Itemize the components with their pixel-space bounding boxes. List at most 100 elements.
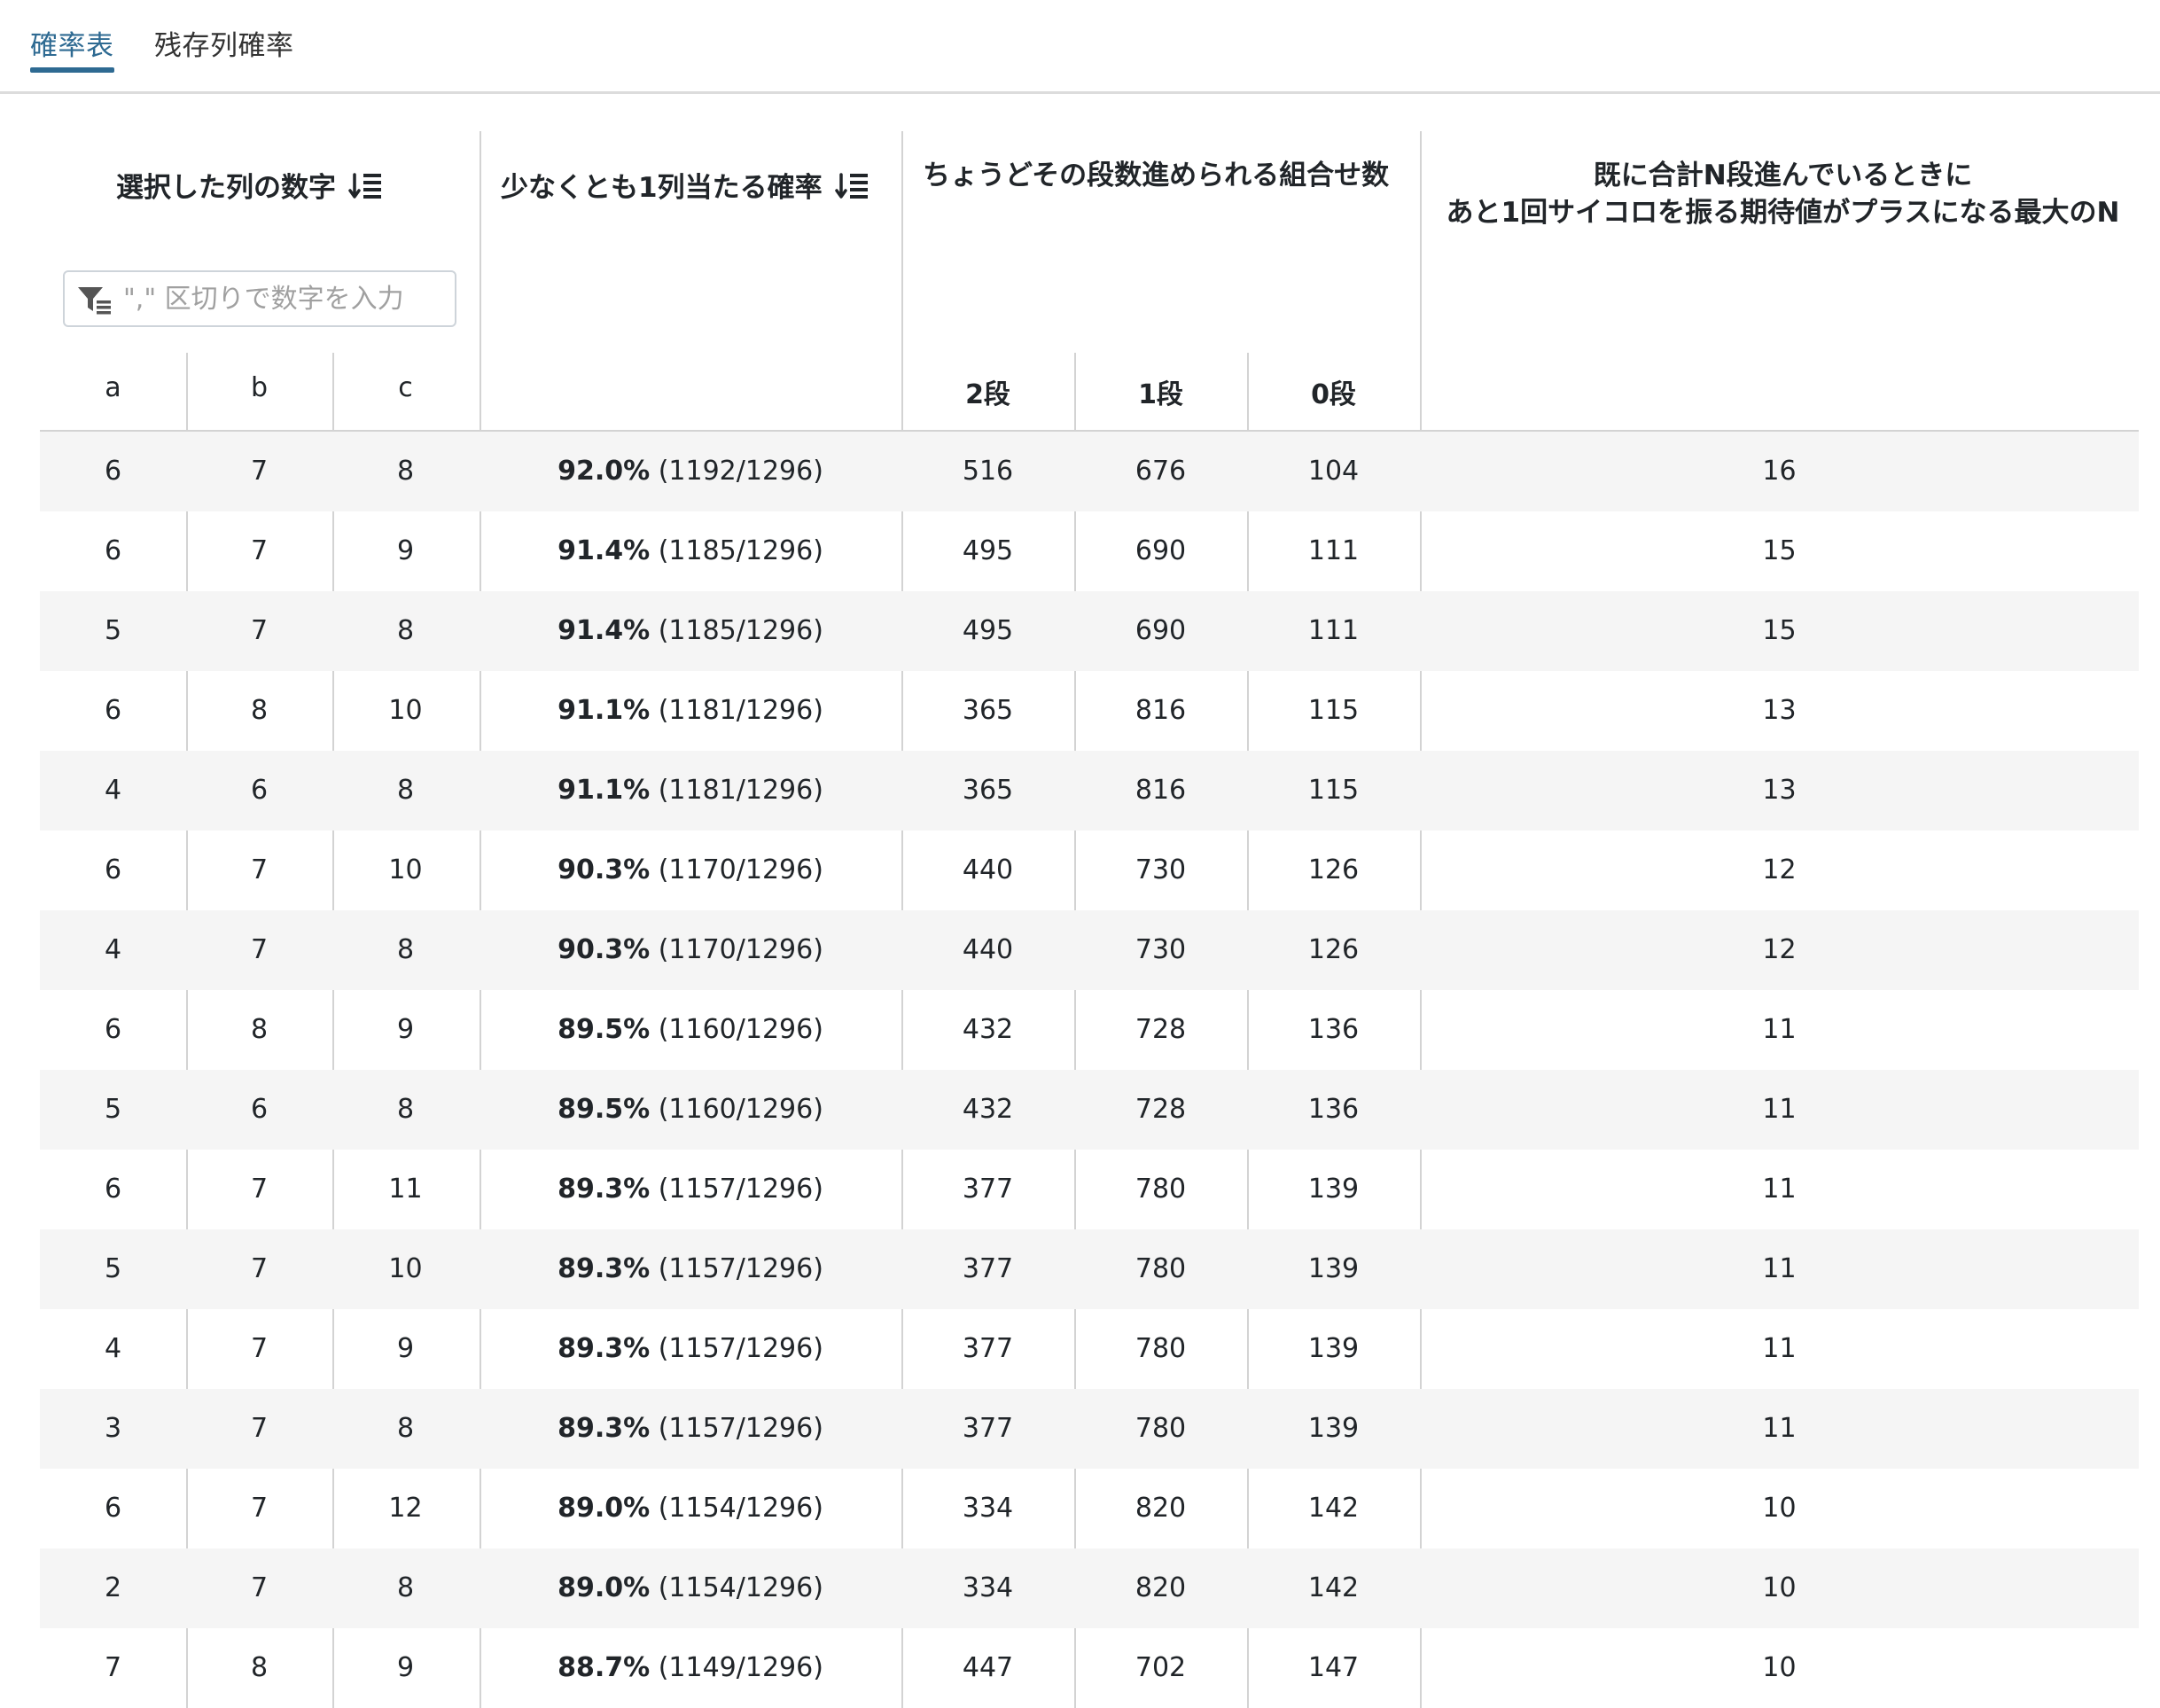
cell-0-steps: 139 <box>1307 1253 1360 1284</box>
sort-icon[interactable] <box>834 171 870 208</box>
filter-icon <box>77 285 113 319</box>
probability-fraction: (1154/1296) <box>658 1493 823 1524</box>
cell-b: 6 <box>250 775 269 806</box>
tab-remaining-column-probability[interactable]: 残存列確率 <box>154 23 294 63</box>
cell-c: 8 <box>396 1572 415 1603</box>
probability-fraction: (1192/1296) <box>658 456 823 487</box>
probability-percent: 89.0% <box>558 1572 651 1603</box>
cell-c: 10 <box>388 854 423 885</box>
cell-c: 11 <box>388 1174 423 1205</box>
cell-c: 8 <box>396 1413 415 1444</box>
cell-a: 3 <box>104 1413 122 1444</box>
cell-1-step: 816 <box>1135 695 1187 726</box>
probability-percent: 92.0% <box>558 456 651 487</box>
subheader-2-steps: 2段 <box>965 379 1010 410</box>
tab-label: 残存列確率 <box>154 30 294 62</box>
table-row: 5 6 8 432 728 136 11 89.5% (1160/1296) <box>40 1070 2139 1150</box>
header-combinations: ちょうどその段数進められる組合せ数 <box>923 160 1390 191</box>
cell-a: 4 <box>104 1333 122 1364</box>
cell-c: 9 <box>396 535 415 566</box>
cell-2-steps: 334 <box>962 1572 1014 1603</box>
cell-1-step: 780 <box>1135 1333 1187 1364</box>
probability-fraction: (1181/1296) <box>658 775 823 806</box>
cell-a: 2 <box>104 1572 122 1603</box>
probability-fraction: (1154/1296) <box>658 1572 823 1603</box>
column-filter-input[interactable] <box>123 279 442 318</box>
cell-c: 8 <box>396 775 415 806</box>
cell-probability: 91.1% (1181/1296) <box>480 671 901 751</box>
probability-percent: 89.5% <box>558 1014 651 1045</box>
probability-percent: 90.3% <box>558 854 651 885</box>
cell-2-steps: 377 <box>962 1333 1014 1364</box>
table-row: 6 7 12 334 820 142 10 89.0% (1154/1296) <box>40 1469 2139 1548</box>
probability-fraction: (1170/1296) <box>658 854 823 885</box>
cell-2-steps: 377 <box>962 1253 1014 1284</box>
column-filter-input-wrapper[interactable] <box>63 270 456 327</box>
cell-probability: 91.4% (1185/1296) <box>480 511 901 591</box>
header-selected-columns[interactable]: 選択した列の数字 <box>116 165 384 208</box>
cell-2-steps: 495 <box>962 535 1014 566</box>
probability-fraction: (1170/1296) <box>658 934 823 965</box>
subheader-b: b <box>250 372 269 403</box>
probability-percent: 89.3% <box>558 1174 651 1205</box>
probability-fraction: (1160/1296) <box>658 1094 823 1125</box>
cell-2-steps: 377 <box>962 1413 1014 1444</box>
cell-probability: 89.3% (1157/1296) <box>480 1150 901 1229</box>
probability-fraction: (1157/1296) <box>658 1333 823 1364</box>
table-row: 6 7 10 440 730 126 12 90.3% (1170/1296) <box>40 831 2139 910</box>
cell-b: 8 <box>250 1014 269 1045</box>
cell-a: 6 <box>104 1014 122 1045</box>
cell-c: 8 <box>396 456 415 487</box>
cell-2-steps: 495 <box>962 615 1014 646</box>
header-label: 少なくとも1列当たる確率 <box>501 172 823 204</box>
cell-2-steps: 516 <box>962 456 1014 487</box>
cell-max-n: 13 <box>1762 775 1797 806</box>
table-row: 6 7 11 377 780 139 11 89.3% (1157/1296) <box>40 1150 2139 1229</box>
cell-probability: 91.1% (1181/1296) <box>480 751 901 831</box>
header-max-n-line2: あと1回サイコロを振る期待値がプラスになる最大のN <box>1446 197 2120 229</box>
cell-b: 7 <box>250 1174 269 1205</box>
cell-b: 7 <box>250 1333 269 1364</box>
table-row: 6 7 9 495 690 111 15 91.4% (1185/1296) <box>40 511 2139 591</box>
cell-a: 6 <box>104 695 122 726</box>
header-max-n-line1: 既に合計N段進んでいるときに <box>1593 160 1973 191</box>
probability-percent: 89.0% <box>558 1493 651 1524</box>
cell-b: 6 <box>250 1094 269 1125</box>
cell-probability: 88.7% (1149/1296) <box>480 1628 901 1708</box>
probability-fraction: (1149/1296) <box>658 1652 823 1683</box>
cell-max-n: 12 <box>1762 934 1797 965</box>
subheader-a: a <box>105 372 121 403</box>
probability-fraction: (1185/1296) <box>658 535 823 566</box>
cell-c: 8 <box>396 934 415 965</box>
cell-c: 10 <box>388 695 423 726</box>
cell-2-steps: 365 <box>962 775 1014 806</box>
table-row: 4 6 8 365 816 115 13 91.1% (1181/1296) <box>40 751 2139 831</box>
cell-1-step: 816 <box>1135 775 1187 806</box>
cell-probability: 89.0% (1154/1296) <box>480 1548 901 1628</box>
active-tab-indicator <box>30 67 114 73</box>
header-probability[interactable]: 少なくとも1列当たる確率 <box>501 165 870 208</box>
cell-0-steps: 147 <box>1307 1652 1360 1683</box>
cell-0-steps: 104 <box>1307 456 1360 487</box>
probability-percent: 89.3% <box>558 1413 651 1444</box>
cell-0-steps: 139 <box>1307 1174 1360 1205</box>
cell-max-n: 10 <box>1762 1493 1797 1524</box>
probability-percent: 91.4% <box>558 535 651 566</box>
cell-max-n: 11 <box>1762 1253 1797 1284</box>
cell-b: 7 <box>250 1253 269 1284</box>
cell-probability: 89.3% (1157/1296) <box>480 1309 901 1389</box>
cell-probability: 89.3% (1157/1296) <box>480 1389 901 1469</box>
probability-percent: 91.1% <box>558 775 651 806</box>
cell-max-n: 10 <box>1762 1572 1797 1603</box>
cell-2-steps: 440 <box>962 934 1014 965</box>
cell-0-steps: 139 <box>1307 1413 1360 1444</box>
tab-probability-table[interactable]: 確率表 <box>30 23 114 73</box>
cell-a: 6 <box>104 535 122 566</box>
sort-icon[interactable] <box>348 171 384 208</box>
cell-b: 7 <box>250 615 269 646</box>
cell-b: 8 <box>250 1652 269 1683</box>
cell-1-step: 702 <box>1135 1652 1187 1683</box>
cell-c: 10 <box>388 1253 423 1284</box>
header-label: 選択した列の数字 <box>116 172 336 204</box>
cell-max-n: 10 <box>1762 1652 1797 1683</box>
